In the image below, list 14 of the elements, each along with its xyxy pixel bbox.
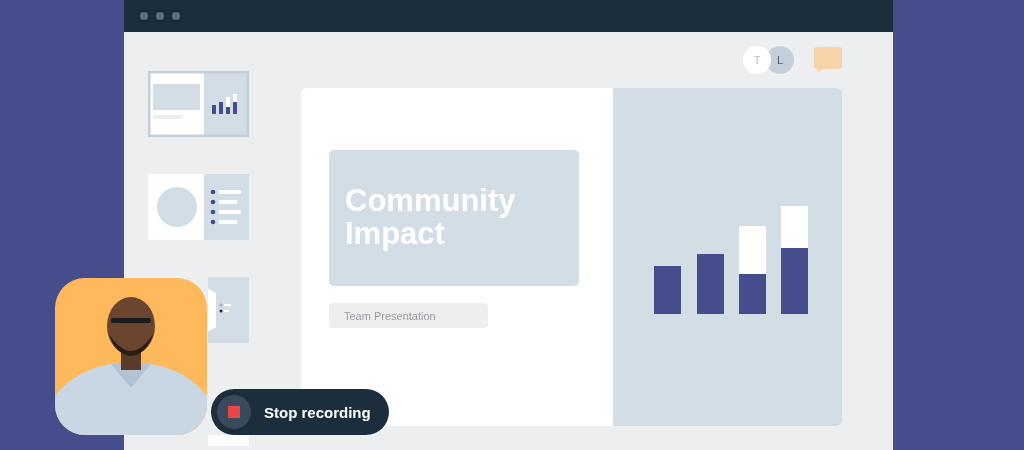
slide-thumbnail[interactable] [148, 71, 249, 137]
stop-recording-button[interactable]: Stop recording [211, 389, 389, 435]
chart-bar [697, 254, 724, 314]
window-dot-icon[interactable] [156, 12, 164, 20]
stop-icon [228, 406, 240, 418]
window-dot-icon[interactable] [140, 12, 148, 20]
window-dot-icon[interactable] [172, 12, 180, 20]
chart-bar [654, 266, 681, 314]
slide-thumbnail[interactable] [148, 174, 249, 240]
chart-bar [739, 226, 766, 274]
chart-bar [739, 274, 766, 314]
slide-thumbnail[interactable] [208, 277, 249, 343]
slide-subtitle: Team Presentation [329, 303, 488, 328]
collaborator-avatar[interactable]: L [766, 46, 794, 74]
